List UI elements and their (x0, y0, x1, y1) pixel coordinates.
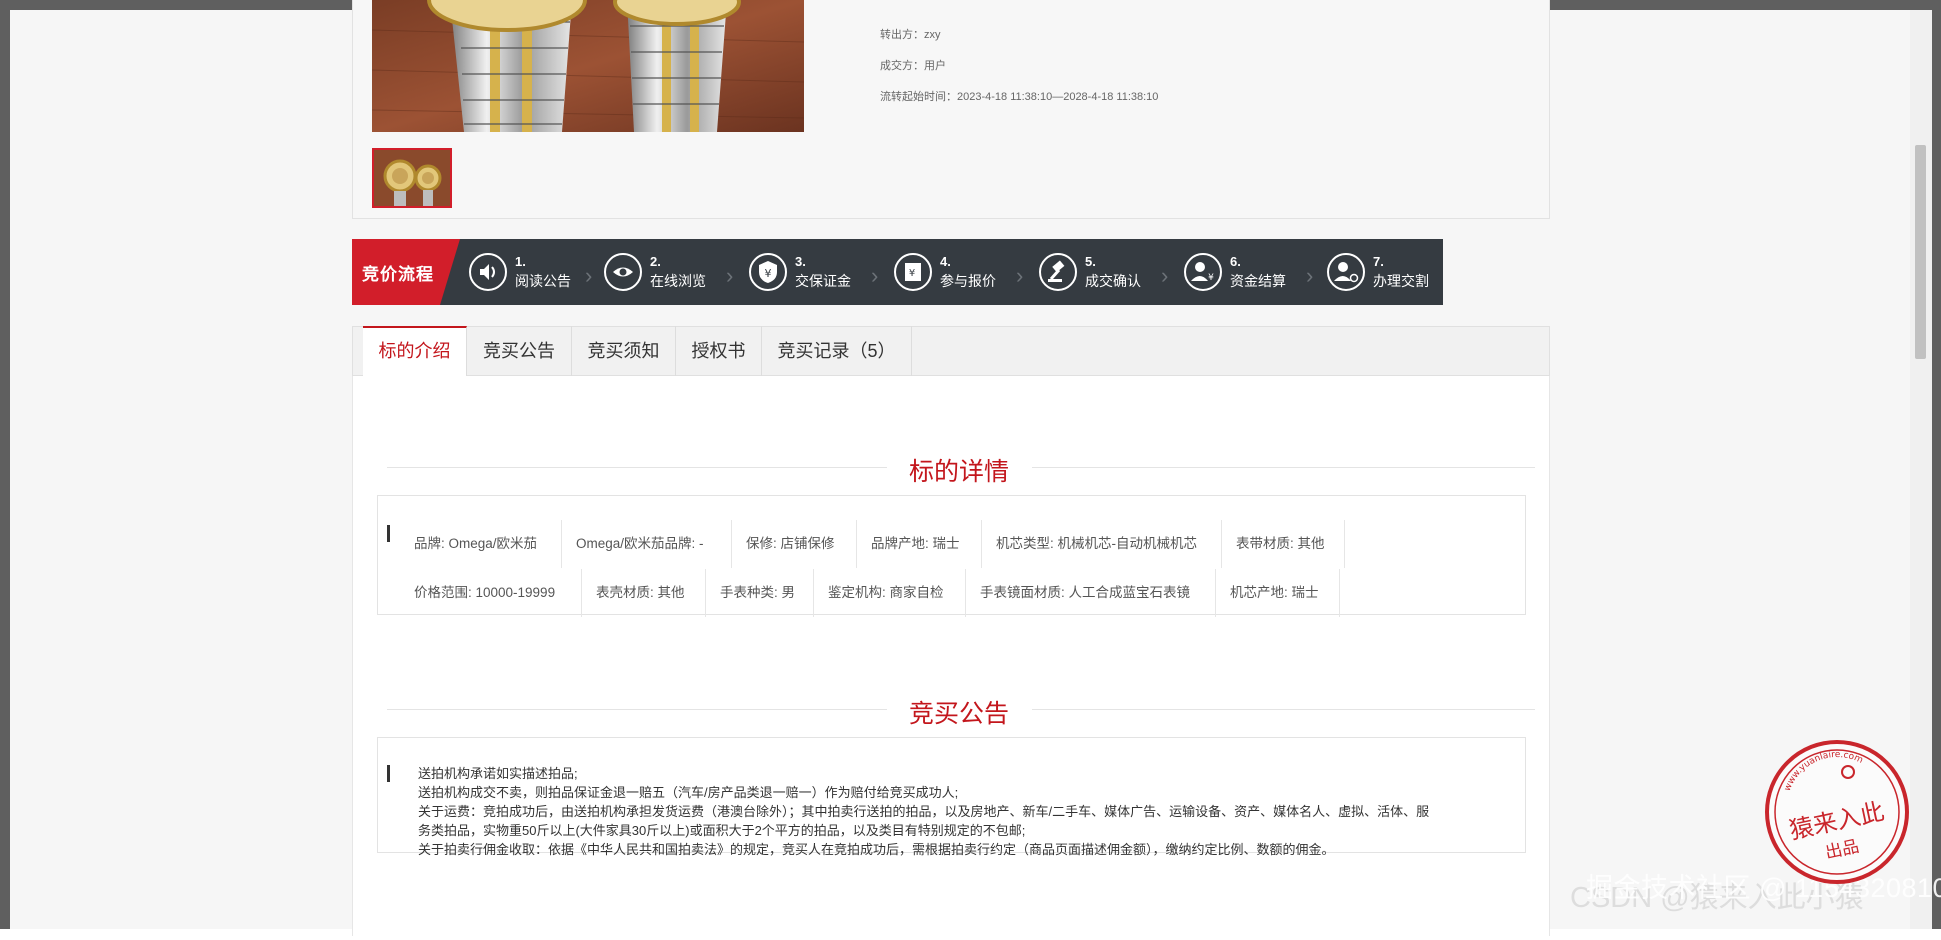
eye-icon (604, 253, 642, 291)
gavel-icon (1039, 253, 1077, 291)
seal-stamp: www.yuanlaire.com 猿来入此 出品 (1765, 740, 1909, 884)
buyer-line: 成交方：用户 (880, 57, 946, 73)
attribute-item: 机芯产地: 瑞士 (1216, 569, 1340, 617)
step-number: 1. (515, 254, 526, 269)
chevron-right-icon: › (1016, 263, 1024, 288)
attributes-marker (387, 525, 390, 542)
step-label: 参与报价 (940, 273, 996, 289)
step-number: 3. (795, 254, 806, 269)
notice-line: 关于运费：竞拍成功后，由送拍机构承担发货运费（港澳台除外）；其中拍卖行送拍的拍品… (418, 804, 1430, 819)
step-number: 5. (1085, 254, 1096, 269)
step-label: 资金结算 (1230, 273, 1286, 289)
buyer-label: 成交方： (880, 60, 924, 72)
attribute-item: 手表种类: 男 (706, 569, 814, 617)
transferor-value: zxy (924, 29, 941, 41)
product-thumbnail[interactable] (372, 148, 452, 208)
shield-yen-icon: ¥ (749, 253, 787, 291)
tab-bid-rules[interactable]: 竞买须知 (572, 326, 676, 376)
tab-bid-records[interactable]: 竞买记录（5） (762, 326, 912, 376)
chevron-right-icon: › (871, 263, 879, 288)
chevron-right-icon: › (1306, 263, 1314, 288)
attribute-item: 表带材质: 其他 (1222, 520, 1345, 568)
step-label: 成交确认 (1085, 273, 1141, 289)
step-label: 阅读公告 (515, 273, 571, 289)
notice-section-title: 竞买公告 (909, 700, 1010, 728)
tab-item-intro[interactable]: 标的介绍 (363, 326, 467, 377)
step-label: 交保证金 (795, 273, 851, 289)
speaker-icon (469, 253, 507, 291)
attribute-item: 品牌产地: 瑞士 (857, 520, 982, 568)
notice-line: 送拍机构承诺如实描述拍品; (418, 766, 578, 781)
period-line: 流转起始时间：2023-4-18 11:38:10—2028-4-18 11:3… (880, 88, 1158, 104)
details-section-title: 标的详情 (909, 458, 1010, 486)
section-divider-right (1032, 467, 1535, 468)
notice-line: 关于拍卖行佣金收取：依据《中华人民共和国拍卖法》的规定，竞买人在竞拍成功后，需根… (418, 842, 1335, 857)
step-number: 7. (1373, 254, 1384, 269)
step-label: 办理交割 (1373, 273, 1429, 289)
svg-text:¥: ¥ (1208, 273, 1214, 283)
step-number: 2. (650, 254, 661, 269)
period-value: 2023-4-18 11:38:10—2028-4-18 11:38:10 (957, 91, 1159, 103)
attribute-item: 机芯类型: 机械机芯-自动机械机芯 (982, 520, 1222, 568)
svg-text:¥: ¥ (765, 267, 772, 280)
attribute-item: 品牌: Omega/欧米茄 (400, 520, 562, 568)
user-settings-icon (1327, 253, 1365, 291)
step-label: 在线浏览 (650, 273, 706, 289)
user-yen-icon: ¥ (1184, 253, 1222, 291)
attribute-item: 鉴定机构: 商家自检 (814, 569, 966, 617)
transferor-line: 转出方：zxy (880, 26, 941, 42)
chevron-right-icon: › (585, 263, 593, 288)
section-divider-left (387, 467, 887, 468)
notice-line: 务类拍品，实物重50斤以上(大件家具30斤以上)或面积大于2个平方的拍品，以及类… (418, 823, 1026, 838)
period-label: 流转起始时间： (880, 91, 957, 103)
step-number: 4. (940, 254, 951, 269)
process-title: 竞价流程 (362, 265, 434, 284)
svg-text:¥: ¥ (909, 268, 915, 279)
quote-icon: ¥ (894, 253, 932, 291)
tab-authorization[interactable]: 授权书 (676, 326, 762, 376)
transferor-label: 转出方： (880, 29, 924, 41)
notice-line: 送拍机构成交不卖，则拍品保证金退一赔五（汽车/房产品类退一赔一）作为赔付给竞买成… (418, 785, 959, 800)
buyer-value: 用户 (924, 60, 946, 72)
chevron-right-icon: › (1161, 263, 1169, 288)
product-main-image (372, 0, 804, 132)
scrollbar-thumb[interactable] (1915, 145, 1926, 359)
attribute-item: 保修: 店铺保修 (732, 520, 857, 568)
section-divider-right (1032, 709, 1535, 710)
step-number: 6. (1230, 254, 1241, 269)
section-divider-left (387, 709, 887, 710)
attribute-item: 手表镜面材质: 人工合成蓝宝石表镜 (966, 569, 1216, 617)
attribute-item: 表壳材质: 其他 (582, 569, 706, 617)
tab-bid-notice[interactable]: 竞买公告 (467, 326, 572, 376)
attribute-item: 价格范围: 10000-19999 (400, 569, 582, 617)
chevron-right-icon: › (726, 263, 734, 288)
notice-marker (387, 765, 390, 782)
attribute-item: Omega/欧米茄品牌: - (562, 520, 732, 568)
